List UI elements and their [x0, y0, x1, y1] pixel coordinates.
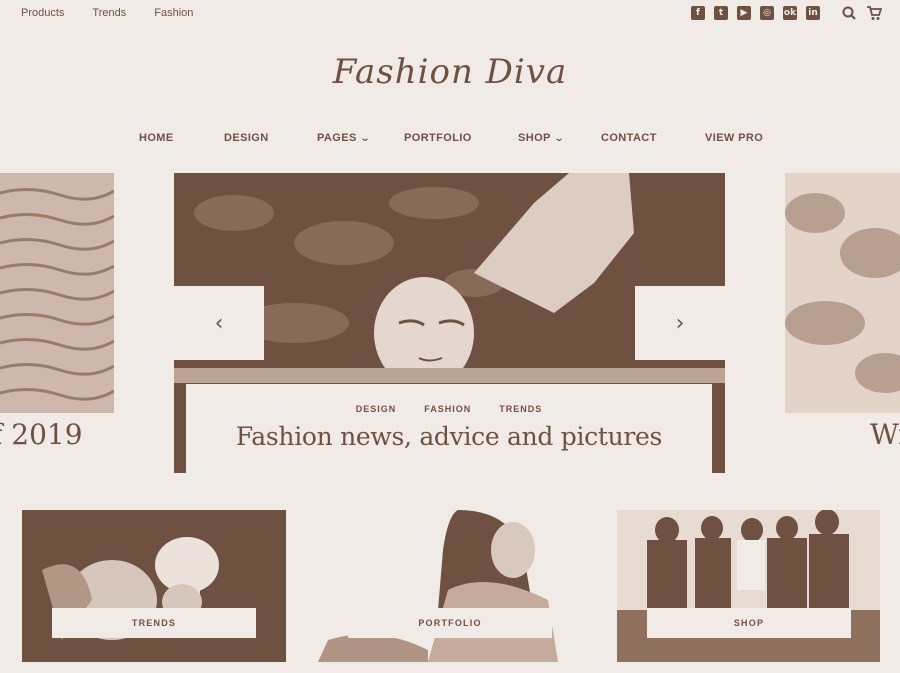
- nav-item-label: PORTFOLIO: [404, 132, 472, 144]
- nav-item-home[interactable]: HOME: [139, 132, 174, 144]
- prev-slide-image: [0, 173, 114, 413]
- chevron-left-icon: ‹: [214, 310, 224, 336]
- card-label: SHOP: [647, 608, 851, 638]
- social-links: f t ▶ ◎ ok in: [691, 5, 882, 21]
- prev-slide-title[interactable]: f 2019: [0, 418, 83, 451]
- hero-caption: DESIGN FASHION TRENDS Fashion news, advi…: [186, 384, 712, 473]
- facebook-icon[interactable]: f: [691, 6, 705, 20]
- top-link-products[interactable]: Products: [21, 7, 64, 19]
- site-logo[interactable]: Fashion Diva: [0, 52, 900, 92]
- nav-item-pages[interactable]: PAGES ⌄: [317, 132, 371, 144]
- hero-slider: ‹ › DESIGN FASHION TRENDS Fashion news, …: [174, 173, 725, 473]
- top-link-fashion[interactable]: Fashion: [154, 7, 193, 19]
- card-label: TRENDS: [52, 608, 256, 638]
- top-bar: Products Trends Fashion f t ▶ ◎ ok in: [0, 0, 900, 28]
- nav-item-label: SHOP: [518, 132, 551, 144]
- nav-item-portfolio[interactable]: PORTFOLIO: [404, 132, 472, 144]
- card-label: PORTFOLIO: [348, 608, 552, 638]
- slider-next-button[interactable]: ›: [635, 286, 725, 360]
- slider-prev-button[interactable]: ‹: [174, 286, 264, 360]
- top-links: Products Trends Fashion: [21, 7, 193, 19]
- card-shop-image: [617, 510, 880, 662]
- nav-item-label: PAGES: [317, 132, 357, 144]
- nav-item-label: VIEW PRO: [705, 132, 764, 144]
- chevron-right-icon: ›: [675, 310, 685, 336]
- nav-item-shop[interactable]: SHOP ⌄: [518, 132, 564, 144]
- card-trends-image: [22, 510, 286, 662]
- youtube-icon[interactable]: ▶: [737, 6, 751, 20]
- instagram-icon[interactable]: ◎: [760, 6, 774, 20]
- category-design[interactable]: DESIGN: [356, 404, 397, 414]
- category-trends[interactable]: TRENDS: [499, 404, 542, 414]
- nav-item-label: CONTACT: [601, 132, 657, 144]
- nav-item-design[interactable]: DESIGN: [224, 132, 269, 144]
- card-portfolio[interactable]: PORTFOLIO: [318, 510, 582, 662]
- post-categories: DESIGN FASHION TRENDS: [186, 404, 712, 414]
- cart-icon[interactable]: [866, 5, 882, 21]
- top-link-trends[interactable]: Trends: [92, 7, 126, 19]
- chevron-down-icon: ⌄: [553, 132, 565, 144]
- next-slide-image: [785, 173, 900, 413]
- nav-item-label: HOME: [139, 132, 174, 144]
- hero-title[interactable]: Fashion news, advice and pictures: [186, 422, 712, 451]
- odnoklassniki-icon[interactable]: ok: [783, 6, 797, 20]
- card-trends[interactable]: TRENDS: [22, 510, 286, 662]
- search-icon[interactable]: [841, 5, 857, 21]
- twitter-icon[interactable]: t: [714, 6, 728, 20]
- main-nav: HOME DESIGN PAGES ⌄ PORTFOLIO SHOP ⌄ CON…: [0, 132, 900, 150]
- category-fashion[interactable]: FASHION: [424, 404, 471, 414]
- chevron-down-icon: ⌄: [359, 132, 371, 144]
- card-portfolio-image: [318, 510, 582, 662]
- category-cards: TRENDS PORTFOLIO SHOP: [0, 510, 900, 673]
- nav-item-view-pro[interactable]: VIEW PRO: [705, 132, 763, 144]
- linkedin-icon[interactable]: in: [806, 6, 820, 20]
- nav-item-label: DESIGN: [224, 132, 269, 144]
- card-shop[interactable]: SHOP: [617, 510, 880, 662]
- nav-item-contact[interactable]: CONTACT: [601, 132, 657, 144]
- next-slide-title[interactable]: Wi: [870, 418, 900, 451]
